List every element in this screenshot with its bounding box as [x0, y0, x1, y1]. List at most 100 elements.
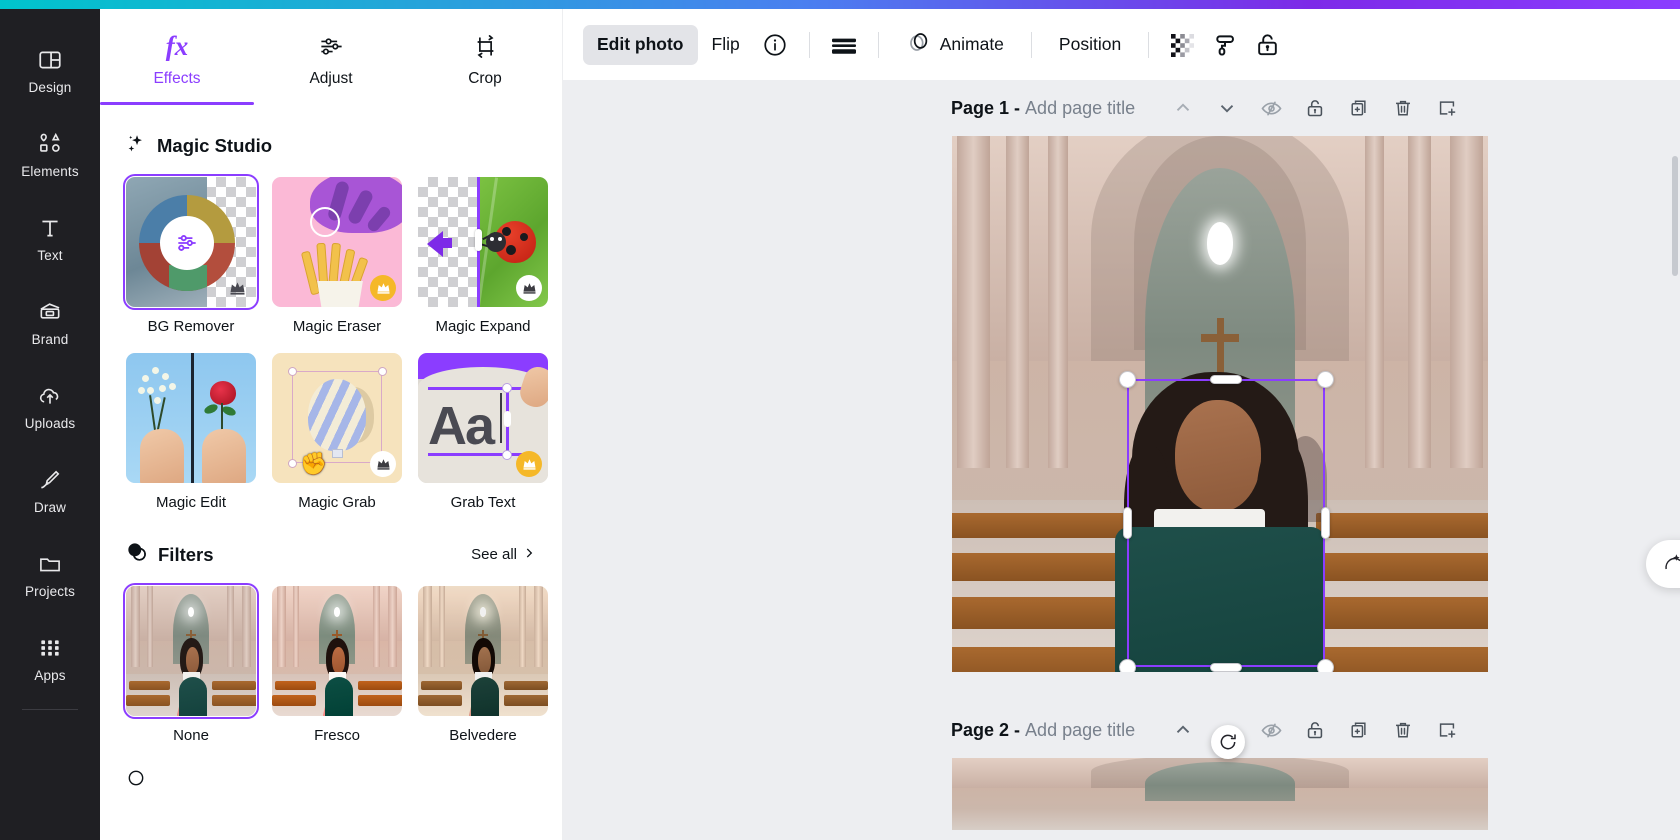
transparency-checker-icon[interactable] — [1162, 25, 1204, 65]
selection-handle-middle-left[interactable] — [1123, 507, 1132, 539]
filter-thumbnail — [272, 586, 402, 716]
edit-photo-button[interactable]: Edit photo — [583, 25, 698, 65]
sidebar-item-draw[interactable]: Draw — [0, 449, 100, 533]
sidebar-item-brand[interactable]: Brand — [0, 281, 100, 365]
tool-label: BG Remover — [126, 318, 256, 335]
pro-crown-icon — [370, 275, 396, 301]
tool-thumbnail — [126, 353, 256, 483]
apps-grid-icon — [37, 635, 63, 661]
sparkle-icon — [126, 133, 147, 159]
tab-crop[interactable]: Crop — [408, 9, 562, 105]
partial-section-icon — [126, 768, 146, 793]
cloud-upload-icon — [37, 383, 63, 409]
magic-tool-magic-eraser[interactable]: Magic Eraser — [272, 177, 402, 335]
assistant-bubble-button[interactable] — [1646, 540, 1680, 588]
paint-roller-icon[interactable] — [1204, 25, 1246, 65]
trash-icon[interactable] — [1381, 710, 1425, 750]
chevron-up-icon[interactable] — [1161, 710, 1205, 750]
tab-effects[interactable]: fx Effects — [100, 9, 254, 105]
page1-actions — [1161, 88, 1469, 128]
filters-strip[interactable]: None — [126, 586, 536, 744]
flip-button[interactable]: Flip — [698, 25, 754, 65]
selection-handle-bottom-center[interactable] — [1210, 663, 1242, 672]
filters-see-all-link[interactable]: See all — [471, 546, 536, 564]
sidebar-item-uploads[interactable]: Uploads — [0, 365, 100, 449]
page-title: Page 2 — [951, 720, 1009, 741]
selection-handle-middle-right[interactable] — [1321, 507, 1330, 539]
duplicate-page-icon[interactable] — [1337, 88, 1381, 128]
sidebar-item-design[interactable]: Design — [0, 29, 100, 113]
pro-crown-icon — [370, 451, 396, 477]
filters-header: Filters See all — [126, 541, 536, 568]
toolbar-divider — [1031, 32, 1032, 58]
position-button[interactable]: Position — [1045, 25, 1135, 65]
sidebar-item-text[interactable]: Text — [0, 197, 100, 281]
magic-tool-magic-expand[interactable]: Magic Expand — [418, 177, 548, 335]
design-page-2[interactable] — [952, 758, 1488, 830]
sidebar-item-label: Design — [29, 80, 72, 95]
trash-icon[interactable] — [1381, 88, 1425, 128]
magic-studio-grid-row2: Magic Edit — [126, 353, 536, 511]
selection-handle-top-left[interactable] — [1119, 371, 1136, 388]
magic-studio-header: Magic Studio — [126, 133, 536, 159]
filter-option-none[interactable]: None — [126, 586, 256, 744]
page-title: Page 1 — [951, 98, 1009, 119]
page-title-input[interactable]: Add page title — [1025, 720, 1135, 741]
sidebar-item-apps[interactable]: Apps — [0, 617, 100, 701]
sidebar-item-elements[interactable]: Elements — [0, 113, 100, 197]
sidebar-item-label: Draw — [34, 500, 66, 515]
magic-tool-grab-text[interactable]: Aa Gr — [418, 353, 548, 511]
brand-card-icon — [37, 299, 63, 325]
tab-adjust[interactable]: Adjust — [254, 9, 408, 105]
fx-icon: fx — [166, 33, 189, 61]
design-page-1[interactable] — [952, 136, 1488, 672]
hide-eye-icon[interactable] — [1249, 710, 1293, 750]
magic-tool-magic-edit[interactable]: Magic Edit — [126, 353, 256, 511]
brand-gradient-strip — [0, 0, 1680, 9]
hide-eye-icon[interactable] — [1249, 88, 1293, 128]
tool-label: Magic Grab — [272, 494, 402, 511]
section-title: Filters — [158, 544, 214, 566]
chevron-up-icon[interactable] — [1161, 88, 1205, 128]
pen-draw-icon — [37, 467, 63, 493]
chevron-down-icon[interactable] — [1205, 88, 1249, 128]
page-title-input[interactable]: Add page title — [1025, 98, 1135, 119]
animate-button[interactable]: Animate — [892, 25, 1018, 65]
selection-handle-bottom-right[interactable] — [1317, 659, 1334, 672]
sparkle-assistant-icon — [1663, 551, 1680, 578]
filter-option-belvedere[interactable]: Belvedere — [418, 586, 548, 744]
filter-option-fresco[interactable]: Fresco — [272, 586, 402, 744]
effects-panel: fx Effects Adjust — [100, 9, 563, 840]
info-circle-icon[interactable] — [754, 25, 796, 65]
tab-label: Adjust — [309, 70, 352, 88]
magic-studio-grid: BG Remover — [126, 177, 536, 335]
pro-crown-icon — [516, 275, 542, 301]
page-title-separator: - — [1014, 720, 1020, 741]
lines-weight-icon[interactable] — [823, 25, 865, 65]
lock-icon[interactable] — [1293, 710, 1337, 750]
selection-handle-top-right[interactable] — [1317, 371, 1334, 388]
selection-handle-top-center[interactable] — [1210, 375, 1242, 384]
layout-icon — [37, 47, 63, 73]
filter-label: None — [126, 727, 256, 744]
tool-thumbnail: Aa — [418, 353, 548, 483]
section-title: Magic Studio — [157, 135, 272, 157]
add-page-icon[interactable] — [1425, 710, 1469, 750]
photo-toolbar: Edit photo Flip — [563, 9, 1680, 80]
animate-label: Animate — [940, 34, 1004, 55]
sidebar-item-projects[interactable]: Projects — [0, 533, 100, 617]
animate-circles-icon — [906, 29, 932, 60]
selection-handle-bottom-left[interactable] — [1119, 659, 1136, 672]
duplicate-page-icon[interactable] — [1337, 710, 1381, 750]
magic-tool-bg-remover[interactable]: BG Remover — [126, 177, 256, 335]
unlocked-padlock-icon[interactable] — [1246, 25, 1288, 65]
tool-thumbnail — [126, 177, 256, 307]
add-page-icon[interactable] — [1425, 88, 1469, 128]
canvas-area — [563, 136, 1680, 716]
sidebar-item-label: Projects — [25, 584, 75, 599]
canvas-scrollbar[interactable] — [1672, 156, 1678, 276]
rotate-handle-icon[interactable] — [1211, 725, 1245, 759]
magic-tool-magic-grab[interactable]: ✊ Magic Grab — [272, 353, 402, 511]
lock-icon[interactable] — [1293, 88, 1337, 128]
sidebar-item-label: Apps — [34, 668, 65, 683]
